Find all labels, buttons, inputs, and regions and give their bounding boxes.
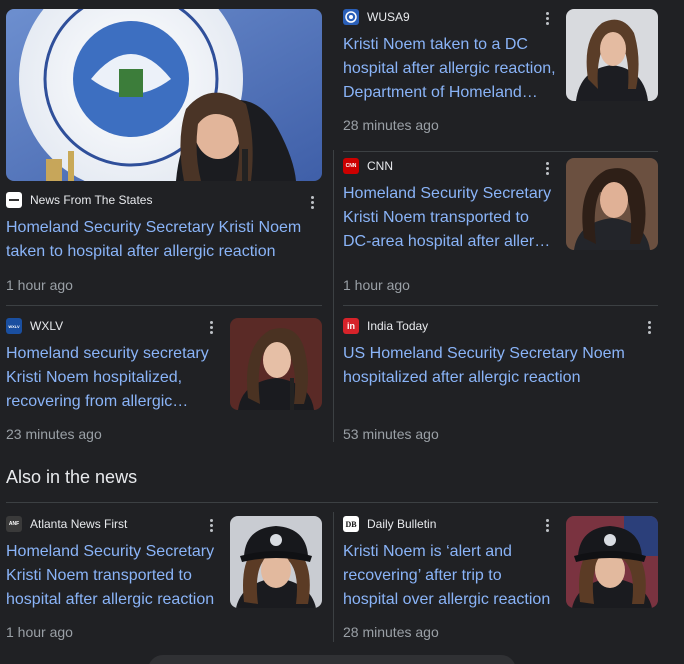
timestamp: 1 hour ago xyxy=(6,277,73,293)
portrait-photo xyxy=(566,516,658,608)
source-row: CNN CNN xyxy=(343,158,393,174)
atlanta-news-first-icon: ANF xyxy=(6,516,22,532)
india-today-icon: in xyxy=(343,318,359,334)
news-card-featured[interactable]: News From The States Homeland Security S… xyxy=(0,0,330,300)
daily-bulletin-icon: DB xyxy=(343,516,359,532)
column-divider-bottom xyxy=(333,512,334,642)
section-title: Also in the news xyxy=(6,467,138,487)
more-options-icon[interactable] xyxy=(541,160,553,176)
timestamp: 28 minutes ago xyxy=(343,117,439,133)
source-row: in India Today xyxy=(343,318,428,334)
more-options-icon[interactable] xyxy=(643,319,655,335)
more-news-button[interactable] xyxy=(148,655,516,664)
wusa9-icon xyxy=(343,9,359,25)
news-card-daily-bulletin[interactable]: DB Daily Bulletin Kristi Noem is ‘alert … xyxy=(336,507,666,652)
timestamp: 28 minutes ago xyxy=(343,624,439,640)
headline-link[interactable]: Kristi Noem is ‘alert and recovering’ af… xyxy=(343,540,559,612)
article-thumbnail[interactable] xyxy=(230,318,322,410)
wxlv-icon: WXLV xyxy=(6,318,22,334)
headline-link[interactable]: Homeland Security Secretary Kristi Noem … xyxy=(6,216,322,264)
news-card-atlanta-news-first[interactable]: ANF Atlanta News First Homeland Security… xyxy=(0,507,330,652)
article-thumbnail[interactable] xyxy=(566,158,658,250)
cnn-icon: CNN xyxy=(343,158,359,174)
news-card-cnn[interactable]: CNN CNN Homeland Security Secretary Kris… xyxy=(336,150,666,300)
timestamp: 1 hour ago xyxy=(343,277,410,293)
source-name: WXLV xyxy=(30,319,64,333)
headline-link[interactable]: Kristi Noem taken to a DC hospital after… xyxy=(343,33,559,105)
headline-link[interactable]: Homeland Security Secretary Kristi Noem … xyxy=(343,182,559,254)
portrait-photo xyxy=(566,9,658,101)
section-divider xyxy=(6,502,658,503)
news-card-wxlv[interactable]: WXLV WXLV Homeland security secretary Kr… xyxy=(0,305,330,450)
portrait-photo xyxy=(230,318,322,410)
news-card-india-today[interactable]: in India Today US Homeland Security Secr… xyxy=(336,305,666,450)
source-name: Daily Bulletin xyxy=(367,517,437,531)
headline-link[interactable]: Homeland security secretary Kristi Noem … xyxy=(6,342,222,414)
news-from-the-states-icon xyxy=(6,192,22,208)
source-row: DB Daily Bulletin xyxy=(343,516,436,532)
article-thumbnail[interactable] xyxy=(230,516,322,608)
source-name: News From The States xyxy=(30,193,153,207)
portrait-photo xyxy=(230,516,322,608)
portrait-photo xyxy=(566,158,658,250)
source-name: WUSA9 xyxy=(367,10,410,24)
source-name: India Today xyxy=(367,319,429,333)
more-options-icon[interactable] xyxy=(306,194,318,210)
timestamp: 23 minutes ago xyxy=(6,426,102,442)
timestamp: 53 minutes ago xyxy=(343,426,439,442)
source-name: CNN xyxy=(367,159,393,173)
more-options-icon[interactable] xyxy=(205,319,217,335)
source-name: Atlanta News First xyxy=(30,517,128,531)
news-card-wusa9[interactable]: WUSA9 Kristi Noem taken to a DC hospital… xyxy=(336,0,666,145)
more-options-icon[interactable] xyxy=(541,10,553,26)
dhs-podium-photo xyxy=(6,9,322,181)
column-divider-top xyxy=(333,150,334,442)
article-thumbnail[interactable] xyxy=(566,9,658,101)
headline-link[interactable]: Homeland Security Secretary Kristi Noem … xyxy=(6,540,222,612)
timestamp: 1 hour ago xyxy=(6,624,73,640)
source-row: WXLV WXLV xyxy=(6,318,63,334)
headline-link[interactable]: US Homeland Security Secretary Noem hosp… xyxy=(343,342,643,390)
more-options-icon[interactable] xyxy=(541,517,553,533)
source-row: WUSA9 xyxy=(343,9,410,25)
featured-image[interactable] xyxy=(6,9,322,181)
source-row: News From The States xyxy=(6,192,152,208)
more-options-icon[interactable] xyxy=(205,517,217,533)
article-thumbnail[interactable] xyxy=(566,516,658,608)
source-row: ANF Atlanta News First xyxy=(6,516,127,532)
